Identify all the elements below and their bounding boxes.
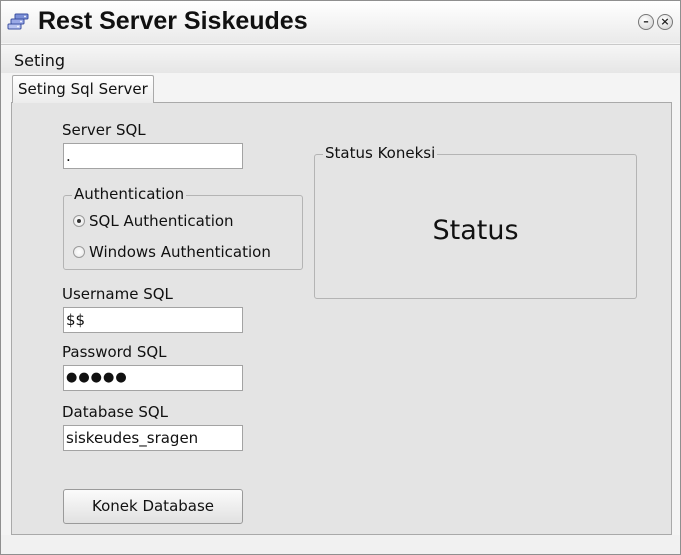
sql-authentication-radio[interactable]	[73, 215, 85, 227]
close-icon[interactable]: ×	[657, 14, 673, 30]
tab-seting-sql-server[interactable]: Seting Sql Server	[12, 75, 154, 103]
konek-database-button[interactable]: Konek Database	[63, 489, 243, 524]
authentication-group: Authentication SQL Authentication Window…	[63, 185, 303, 270]
menu-bar: Seting	[1, 44, 680, 73]
network-server-icon	[7, 13, 29, 30]
username-sql-label: Username SQL	[62, 285, 173, 303]
authentication-group-label: Authentication	[72, 185, 187, 203]
minimize-icon[interactable]: –	[638, 14, 654, 30]
password-sql-label: Password SQL	[62, 343, 167, 361]
status-koneksi-group: Status Koneksi Status	[314, 144, 637, 299]
database-sql-input[interactable]: siskeudes_sragen	[63, 425, 243, 451]
password-sql-input[interactable]: ●●●●●	[63, 365, 243, 391]
bottom-bar	[1, 535, 680, 554]
status-koneksi-label: Status Koneksi	[323, 144, 438, 162]
server-sql-label: Server SQL	[62, 121, 146, 139]
title-bar[interactable]: Rest Server Siskeudes – ×	[1, 1, 680, 43]
username-sql-input[interactable]: $$	[63, 307, 243, 333]
sql-authentication-label[interactable]: SQL Authentication	[89, 212, 234, 230]
database-sql-label: Database SQL	[62, 403, 169, 421]
menu-item-seting[interactable]: Seting	[14, 51, 65, 70]
tab-panel: Server SQL . Authentication SQL Authenti…	[11, 102, 672, 535]
status-text: Status	[432, 215, 519, 246]
windows-authentication-label[interactable]: Windows Authentication	[89, 243, 271, 261]
window-title: Rest Server Siskeudes	[38, 7, 308, 35]
app-window: Rest Server Siskeudes – × Seting Seting …	[0, 0, 681, 555]
server-sql-input[interactable]: .	[63, 143, 243, 169]
windows-authentication-radio[interactable]	[73, 246, 85, 258]
